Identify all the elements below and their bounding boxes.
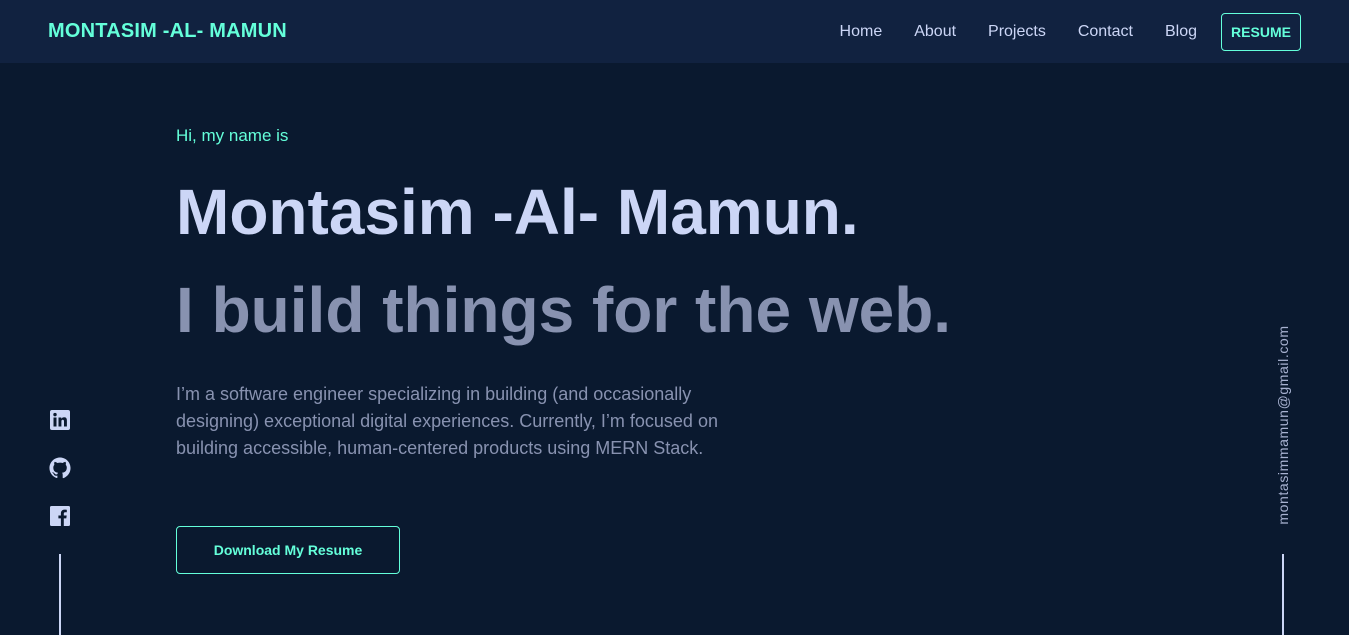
greeting-text: Hi, my name is: [176, 126, 289, 145]
linkedin-icon[interactable]: [48, 408, 72, 432]
github-icon[interactable]: [48, 456, 72, 480]
nav-link-home[interactable]: Home: [840, 23, 883, 41]
nav-link-contact[interactable]: Contact: [1078, 23, 1133, 41]
navbar: MONTASIM -AL- MAMUN Home About Projects …: [0, 0, 1349, 63]
hero-tagline: I build things for the web.: [176, 274, 952, 346]
hero-name: Montasim -Al- Mamun.: [176, 176, 859, 248]
email-rail: montasimmamun@gmail.com: [1270, 318, 1296, 532]
nav-links: Home About Projects Contact Blog RESUME: [808, 12, 1301, 51]
nav-link-about[interactable]: About: [914, 23, 956, 41]
download-resume-button[interactable]: Download My Resume: [176, 526, 400, 574]
right-vertical-line: [1282, 554, 1284, 635]
nav-link-blog[interactable]: Blog: [1165, 23, 1197, 41]
brand-logo[interactable]: MONTASIM -AL- MAMUN: [48, 20, 287, 43]
social-links: [48, 408, 72, 552]
nav-link-projects[interactable]: Projects: [988, 23, 1046, 41]
facebook-icon[interactable]: [48, 504, 72, 528]
left-vertical-line: [59, 554, 61, 635]
resume-button[interactable]: RESUME: [1221, 12, 1301, 51]
hero-bio: I’m a software engineer specializing in …: [176, 384, 718, 458]
email-link[interactable]: montasimmamun@gmail.com: [1270, 318, 1296, 532]
